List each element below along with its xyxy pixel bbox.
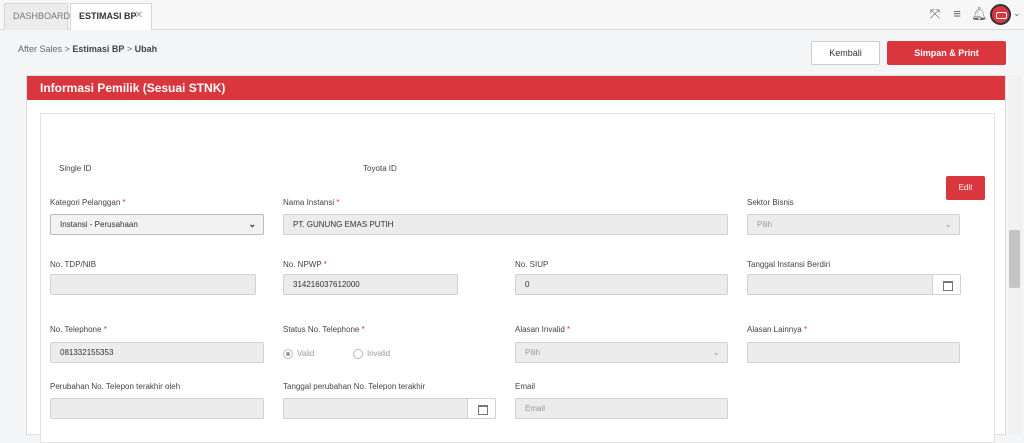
scrollbar-thumb[interactable] <box>1009 230 1020 288</box>
tab-estimasi-bp[interactable]: ESTIMASI BP ✕ <box>70 3 152 30</box>
owner-info-form: Single ID Toyota ID Edit Kategori Pelang… <box>40 113 995 443</box>
perubahan-oleh-label: Perubahan No. Telepon terakhir oleh <box>50 382 181 391</box>
tdp-label: No. TDP/NIB <box>50 260 97 269</box>
bell-icon[interactable]: 🔔︎ <box>971 7 988 21</box>
siup-label: No. SIUP <box>515 260 549 269</box>
chevron-down-icon: ⌄ <box>944 219 952 229</box>
telephone-field[interactable]: 081332155353 <box>50 342 264 363</box>
radio-valid-label: Valid <box>297 349 315 359</box>
radio-dot <box>353 349 363 359</box>
telephone-label: No. Telephone * <box>50 325 107 334</box>
radio-invalid[interactable]: Invalid <box>353 349 390 359</box>
breadcrumb-current: Ubah <box>134 44 158 54</box>
tanggal-berdiri-field[interactable] <box>747 274 961 295</box>
nama-instansi-field[interactable]: PT. GUNUNG EMAS PUTIH <box>283 214 728 235</box>
chevron-down-icon: ⌄ <box>712 347 720 357</box>
npwp-label: No. NPWP * <box>283 260 327 269</box>
radio-invalid-label: Invalid <box>367 349 391 359</box>
scrollbar[interactable] <box>1008 75 1022 435</box>
alasan-lainnya-field[interactable] <box>747 342 960 363</box>
toyota-id-label: Toyota ID <box>363 164 397 173</box>
alasan-invalid-label: Alasan Invalid * <box>515 325 571 334</box>
sektor-bisnis-label: Sektor Bisnis <box>747 198 794 207</box>
radio-dot <box>283 349 293 359</box>
breadcrumb: After Sales > Estimasi BP > Ubah <box>18 44 157 54</box>
breadcrumb-separator: > <box>64 44 70 54</box>
alasan-lainnya-label: Alasan Lainnya * <box>747 325 808 334</box>
radio-valid[interactable]: Valid <box>283 349 314 359</box>
sektor-bisnis-select[interactable]: Pilih ⌄ <box>747 214 960 235</box>
single-id-label: Single ID <box>59 164 92 173</box>
tanggal-perubahan-label: Tanggal perubahan No. Telepon terakhir <box>283 382 426 391</box>
tab-label: ESTIMASI BP <box>79 11 137 21</box>
npwp-field[interactable]: 314216037612000 <box>283 274 458 295</box>
chevron-down-icon[interactable]: ⌄ <box>1013 8 1021 19</box>
tab-label: DASHBOARD <box>13 11 71 21</box>
sektor-bisnis-value: Pilih <box>757 220 773 229</box>
section-title: Informasi Pemilik (Sesuai STNK) <box>27 76 1005 100</box>
tab-dashboard[interactable]: DASHBOARD <box>4 3 71 30</box>
alasan-invalid-select[interactable]: Pilih ⌄ <box>515 342 728 363</box>
kategori-select[interactable]: Instansi - Perusahaan ⌄ <box>50 214 264 235</box>
alasan-invalid-value: Pilih <box>525 348 541 357</box>
chevron-down-icon: ⌄ <box>248 219 256 229</box>
close-icon[interactable]: ✕ <box>135 4 143 28</box>
owner-info-card: Informasi Pemilik (Sesuai STNK) Single I… <box>26 75 1006 443</box>
menu-icon[interactable]: ≡ <box>950 7 964 21</box>
fullscreen-icon[interactable]: ⤧ <box>928 7 942 21</box>
kategori-value: Instansi - Perusahaan <box>60 220 138 229</box>
top-bar: DASHBOARD ESTIMASI BP ✕ ⤧ ≡ 🔔︎ ⌄ <box>0 0 1024 30</box>
back-button[interactable]: Kembali <box>811 41 880 65</box>
breadcrumb-middle[interactable]: Estimasi BP <box>72 44 124 54</box>
kategori-label: Kategori Pelanggan * <box>50 198 126 207</box>
breadcrumb-separator: > <box>126 44 133 54</box>
perubahan-oleh-field[interactable] <box>50 398 264 419</box>
nama-instansi-label: Nama Instansi * <box>283 198 340 207</box>
siup-field[interactable]: 0 <box>515 274 728 295</box>
calendar-icon[interactable] <box>932 274 961 295</box>
save-print-button[interactable]: Simpan & Print <box>887 41 1006 65</box>
calendar-icon[interactable] <box>467 398 496 419</box>
tanggal-berdiri-label: Tanggal Instansi Berdiri <box>747 260 831 269</box>
email-label: Email <box>515 382 536 391</box>
breadcrumb-root[interactable]: After Sales <box>18 44 62 54</box>
status-telephone-label: Status No. Telephone * <box>283 325 365 334</box>
edit-button[interactable]: Edit <box>946 176 985 200</box>
tdp-field[interactable] <box>50 274 256 295</box>
tanggal-perubahan-field[interactable] <box>283 398 496 419</box>
avatar[interactable] <box>990 4 1011 25</box>
email-field[interactable]: Email <box>515 398 728 419</box>
